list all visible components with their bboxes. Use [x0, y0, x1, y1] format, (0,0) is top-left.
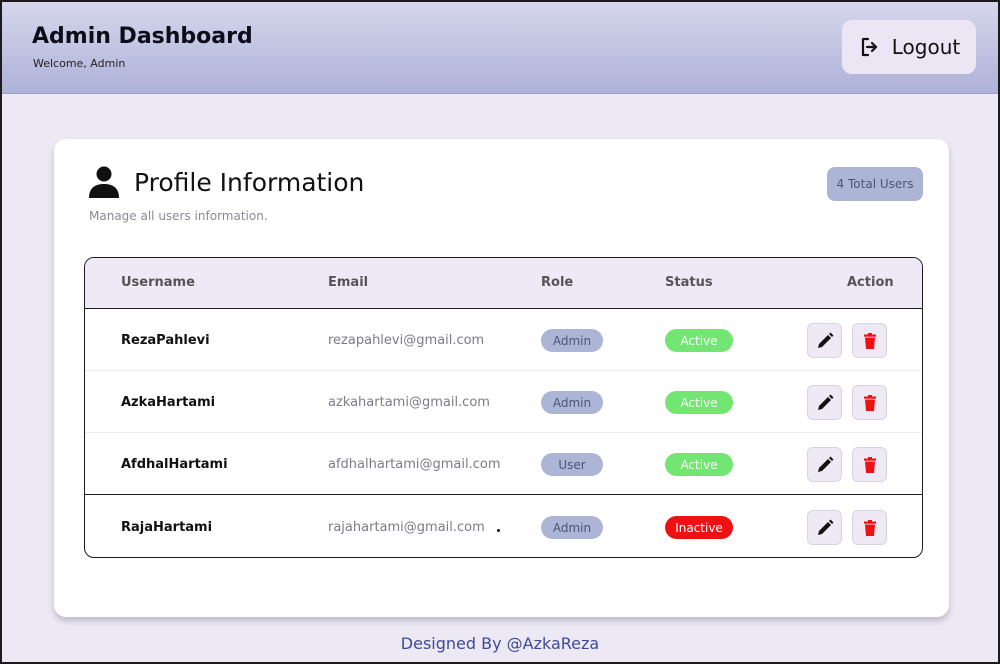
table-row: RezaPahlevi rezapahlevi@gmail.com Admin …: [85, 309, 922, 371]
email-cell: rajahartami@gmail.com: [328, 520, 485, 535]
card-subtitle: Manage all users information.: [89, 209, 268, 223]
page-title: Admin Dashboard: [32, 24, 253, 49]
status-badge: Active: [665, 453, 733, 476]
column-header-username: Username: [121, 275, 195, 290]
user-icon: [89, 166, 119, 198]
status-badge: Inactive: [665, 516, 733, 539]
total-users-badge: 4 Total Users: [827, 167, 923, 201]
username-cell: AfdhalHartami: [121, 457, 228, 472]
column-header-status: Status: [665, 275, 713, 290]
pencil-icon: [817, 332, 833, 348]
edit-button[interactable]: [807, 385, 842, 420]
table-row: AfdhalHartami afdhalhartami@gmail.com Us…: [85, 433, 922, 495]
delete-button[interactable]: [852, 385, 887, 420]
pencil-icon: [817, 456, 833, 472]
trash-icon: [863, 456, 876, 473]
welcome-text: Welcome, Admin: [33, 57, 126, 70]
table-row: RajaHartami rajahartami@gmail.com Admin …: [85, 496, 922, 557]
app-frame: Admin Dashboard Welcome, Admin Logout Pr…: [0, 0, 1000, 664]
delete-button[interactable]: [852, 510, 887, 545]
table-header: Username Email Role Status Action: [85, 258, 922, 309]
users-table: Username Email Role Status Action RezaPa…: [84, 257, 923, 558]
logout-label: Logout: [891, 35, 961, 59]
column-header-email: Email: [328, 275, 369, 290]
logout-button[interactable]: Logout: [842, 20, 976, 74]
trash-icon: [863, 394, 876, 411]
username-cell: AzkaHartami: [121, 395, 216, 410]
delete-button[interactable]: [852, 447, 887, 482]
email-cell: afdhalhartami@gmail.com: [328, 457, 501, 472]
username-cell: RezaPahlevi: [121, 333, 210, 348]
email-cell: azkahartami@gmail.com: [328, 395, 490, 410]
pencil-icon: [817, 519, 833, 535]
edit-button[interactable]: [807, 447, 842, 482]
delete-button[interactable]: [852, 323, 887, 358]
role-badge: Admin: [541, 329, 603, 352]
edit-button[interactable]: [807, 323, 842, 358]
username-cell: RajaHartami: [121, 520, 213, 535]
profile-card: Profile Information Manage all users inf…: [54, 139, 949, 617]
table-row: AzkaHartami azkahartami@gmail.com Admin …: [85, 371, 922, 433]
column-header-role: Role: [541, 275, 574, 290]
column-header-action: Action: [847, 275, 894, 290]
role-badge: Admin: [541, 391, 603, 414]
trash-icon: [863, 519, 876, 536]
pencil-icon: [817, 394, 833, 410]
trash-icon: [863, 332, 876, 349]
stray-dot: [497, 529, 500, 532]
logout-icon: [861, 37, 877, 57]
footer-credit: Designed By @AzkaReza: [400, 634, 600, 653]
status-badge: Active: [665, 391, 733, 414]
email-cell: rezapahlevi@gmail.com: [328, 333, 485, 348]
top-bar: Admin Dashboard Welcome, Admin Logout: [2, 2, 998, 94]
edit-button[interactable]: [807, 510, 842, 545]
status-badge: Active: [665, 329, 733, 352]
card-title: Profile Information: [134, 168, 365, 197]
role-badge: Admin: [541, 516, 603, 539]
role-badge: User: [541, 453, 603, 476]
